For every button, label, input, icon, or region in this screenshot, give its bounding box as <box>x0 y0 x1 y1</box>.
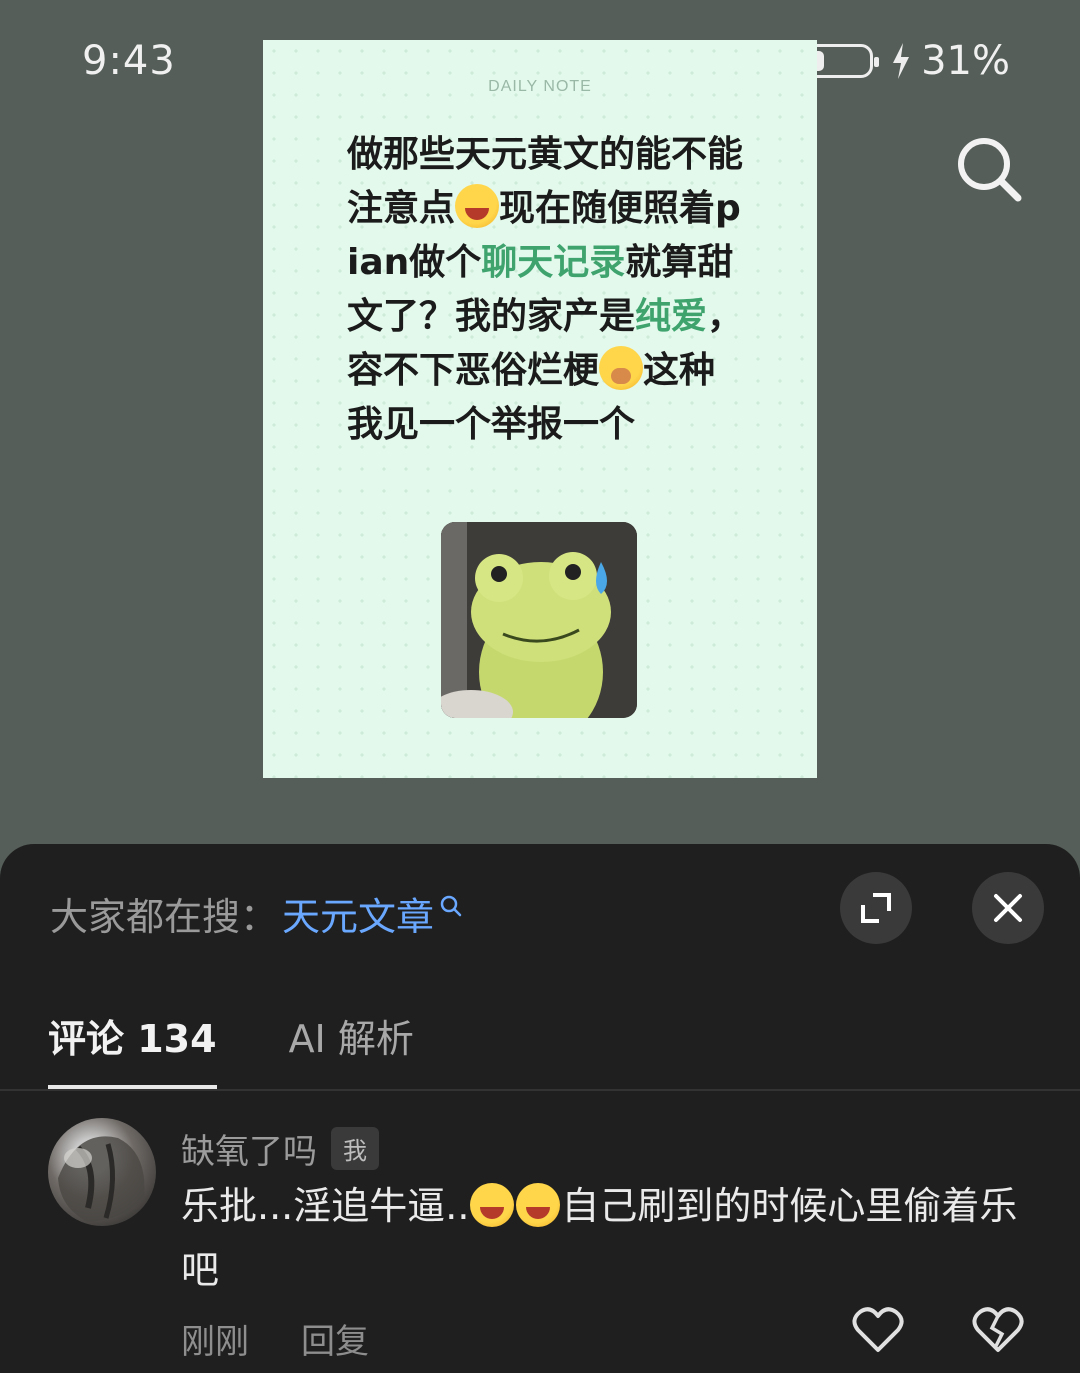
comment-text-before: 乐批...淫追牛逼.. <box>181 1184 470 1228</box>
crying-emoji-icon <box>599 346 644 390</box>
laughing-crying-emoji-icon <box>455 184 500 228</box>
small-search-icon <box>440 895 462 916</box>
comments-sheet: 大家都在搜： 天元文章 评论 134 AI 解析 缺氧了吗 我 乐批...淫追牛… <box>0 844 1080 1373</box>
close-button[interactable] <box>972 872 1044 944</box>
laughing-crying-emoji-icon <box>516 1183 561 1227</box>
comment-author: 缺氧了吗 我 <box>181 1124 379 1173</box>
comment-text: 乐批...淫追牛逼.. 自己刷到的时候心里偷着乐吧 <box>181 1174 1031 1302</box>
heart-icon[interactable] <box>852 1306 904 1354</box>
close-icon <box>994 894 1022 922</box>
comment-time: 刚刚 <box>181 1322 249 1362</box>
expand-button[interactable] <box>840 872 912 944</box>
tab-ai-analysis[interactable]: AI 解析 <box>289 1008 414 1091</box>
comment-tabs: 评论 134 AI 解析 <box>48 1008 414 1091</box>
frog-sticker-image <box>441 522 637 718</box>
status-time: 9:43 <box>82 38 176 84</box>
comment-username[interactable]: 缺氧了吗 <box>181 1124 317 1173</box>
laughing-crying-emoji-icon <box>470 1183 515 1227</box>
search-icon[interactable] <box>954 134 1024 204</box>
tabs-divider <box>0 1089 1080 1091</box>
trending-search-term[interactable]: 天元文章 <box>282 886 434 941</box>
broken-heart-icon[interactable] <box>972 1306 1024 1354</box>
self-badge: 我 <box>331 1127 379 1170</box>
reply-button[interactable]: 回复 <box>301 1314 369 1363</box>
post-image[interactable]: DAILY NOTE 做那些天元黄文的能不能注意点 现在随便照着pian做个聊天记… <box>263 40 817 778</box>
post-text: 做那些天元黄文的能不能注意点 现在随便照着pian做个聊天记录就算甜文了？我的家产… <box>347 128 747 452</box>
charging-icon <box>893 43 910 79</box>
expand-icon <box>861 893 891 923</box>
battery-percent: 31% <box>921 38 1010 84</box>
post-highlight-text: 纯爱 <box>635 296 708 337</box>
card-label: DAILY NOTE <box>488 78 592 95</box>
tab-comments[interactable]: 评论 134 <box>48 1008 217 1091</box>
trending-search[interactable]: 大家都在搜： 天元文章 <box>50 886 464 941</box>
comment-meta: 刚刚 回复 <box>181 1314 369 1363</box>
trending-search-prefix: 大家都在搜： <box>50 895 279 939</box>
post-highlight-text: 聊天记录 <box>481 242 626 283</box>
avatar[interactable] <box>48 1118 156 1226</box>
